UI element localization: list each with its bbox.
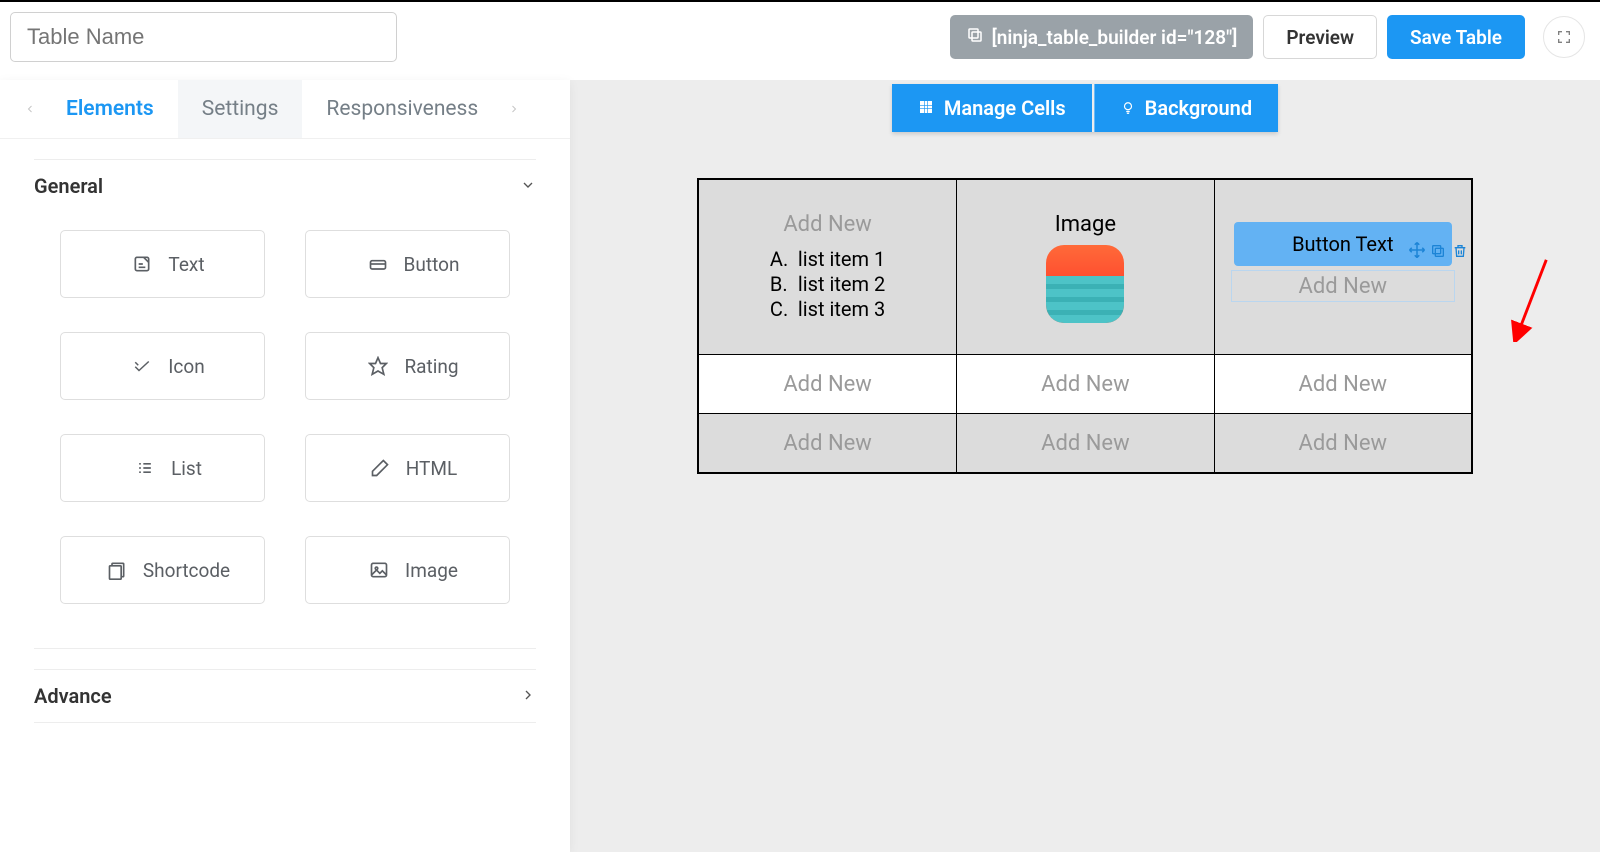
- bulb-icon: [1121, 96, 1135, 120]
- table-app-icon: [1046, 245, 1124, 323]
- table-cell[interactable]: Add New: [699, 414, 957, 473]
- section-general: General Text Button: [0, 139, 570, 649]
- top-bar: [ninja_table_builder id="128"] Preview S…: [0, 0, 1600, 80]
- element-button-label: Button: [404, 253, 460, 276]
- add-new-label: Add New: [1041, 431, 1130, 456]
- element-shortcode[interactable]: Shortcode: [60, 536, 265, 604]
- element-rating-label: Rating: [404, 355, 458, 378]
- add-new-label: Add New: [783, 212, 872, 237]
- annotation-arrow-icon: [1510, 256, 1552, 342]
- pencil-icon: [368, 456, 392, 480]
- grid-icon: [918, 96, 934, 120]
- shortcode-icon: [105, 558, 129, 582]
- add-new-label: Add New: [783, 431, 872, 456]
- background-label: Background: [1145, 96, 1252, 120]
- element-text-label: Text: [168, 253, 204, 276]
- manage-cells-button[interactable]: Manage Cells: [892, 84, 1092, 132]
- background-button[interactable]: Background: [1094, 84, 1278, 132]
- section-advance-header[interactable]: Advance: [34, 669, 536, 723]
- table-cell[interactable]: Add New: [1214, 355, 1471, 414]
- table-cell[interactable]: Add New: [957, 355, 1214, 414]
- add-new-label: Add New: [1299, 274, 1388, 299]
- add-new-label: Add New: [783, 372, 872, 397]
- table-cell[interactable]: Add New A.list item 1 B.list item 2 C.li…: [699, 180, 957, 355]
- add-new-label: Add New: [1041, 372, 1130, 397]
- manage-cells-label: Manage Cells: [944, 96, 1066, 120]
- table-cell[interactable]: Button Text: [1214, 180, 1471, 355]
- move-icon[interactable]: [1408, 240, 1426, 258]
- element-image-label: Image: [405, 559, 458, 582]
- add-new-label: Add New: [1299, 372, 1388, 397]
- list-item: list item 3: [798, 297, 885, 322]
- list-icon: [133, 456, 157, 480]
- shortcode-text: [ninja_table_builder id="128"]: [992, 26, 1238, 49]
- table-cell[interactable]: Add New: [957, 414, 1214, 473]
- element-rating[interactable]: Rating: [305, 332, 510, 400]
- tabs-right-nav-icon[interactable]: [502, 103, 526, 115]
- button-icon: [366, 252, 390, 276]
- element-list-label: List: [171, 457, 202, 480]
- image-caption: Image: [1055, 212, 1116, 237]
- list-block: A.list item 1 B.list item 2 C.list item …: [770, 247, 885, 322]
- tabs-left-nav-icon[interactable]: [18, 103, 42, 115]
- element-image[interactable]: Image: [305, 536, 510, 604]
- element-icon-label: Icon: [168, 355, 204, 378]
- element-html-label: HTML: [406, 457, 457, 480]
- tab-elements[interactable]: Elements: [42, 80, 178, 138]
- list-item: list item 2: [798, 272, 885, 297]
- section-advance: Advance: [0, 649, 570, 723]
- save-table-button[interactable]: Save Table: [1387, 15, 1525, 59]
- list-item: list item 1: [798, 247, 885, 272]
- elements-grid: Text Button Icon: [34, 212, 536, 649]
- tab-responsiveness[interactable]: Responsiveness: [302, 80, 502, 138]
- button-element-label: Button Text: [1292, 232, 1393, 256]
- shortcode-display[interactable]: [ninja_table_builder id="128"]: [950, 15, 1254, 59]
- element-button[interactable]: Button: [305, 230, 510, 298]
- tab-settings[interactable]: Settings: [178, 80, 303, 138]
- table-cell[interactable]: Image: [957, 180, 1214, 355]
- canvas: Manage Cells Background Add New A.list i…: [570, 80, 1600, 852]
- chevron-down-icon: [520, 174, 536, 198]
- image-block: Image: [1046, 212, 1124, 323]
- text-icon: [130, 252, 154, 276]
- table-name-input[interactable]: [10, 12, 397, 62]
- element-html[interactable]: HTML: [305, 434, 510, 502]
- duplicate-icon[interactable]: [1430, 240, 1448, 258]
- top-actions: [ninja_table_builder id="128"] Preview S…: [950, 15, 1585, 59]
- sidebar-tabs: Elements Settings Responsiveness: [0, 80, 570, 139]
- element-icon[interactable]: Icon: [60, 332, 265, 400]
- copy-icon: [966, 26, 984, 49]
- section-general-label: General: [34, 174, 103, 198]
- element-text[interactable]: Text: [60, 230, 265, 298]
- add-new-slot[interactable]: Add New: [1231, 270, 1455, 302]
- trash-icon[interactable]: [1452, 240, 1470, 258]
- canvas-toolbar: Manage Cells Background: [892, 84, 1278, 132]
- preview-button[interactable]: Preview: [1263, 15, 1377, 59]
- cell-controls: [1408, 240, 1470, 258]
- star-icon: [366, 354, 390, 378]
- main: Elements Settings Responsiveness General: [0, 80, 1600, 852]
- table-canvas: Add New A.list item 1 B.list item 2 C.li…: [697, 178, 1473, 474]
- section-advance-label: Advance: [34, 684, 112, 708]
- chevron-right-icon: [520, 684, 536, 708]
- table-cell[interactable]: Add New: [1214, 414, 1471, 473]
- icon-icon: [130, 354, 154, 378]
- sidebar: Elements Settings Responsiveness General: [0, 80, 570, 852]
- image-icon: [367, 558, 391, 582]
- fullscreen-button[interactable]: [1543, 16, 1585, 58]
- element-list[interactable]: List: [60, 434, 265, 502]
- add-new-label: Add New: [1299, 431, 1388, 456]
- table-cell[interactable]: Add New: [699, 355, 957, 414]
- element-shortcode-label: Shortcode: [143, 559, 230, 582]
- section-general-header[interactable]: General: [34, 159, 536, 212]
